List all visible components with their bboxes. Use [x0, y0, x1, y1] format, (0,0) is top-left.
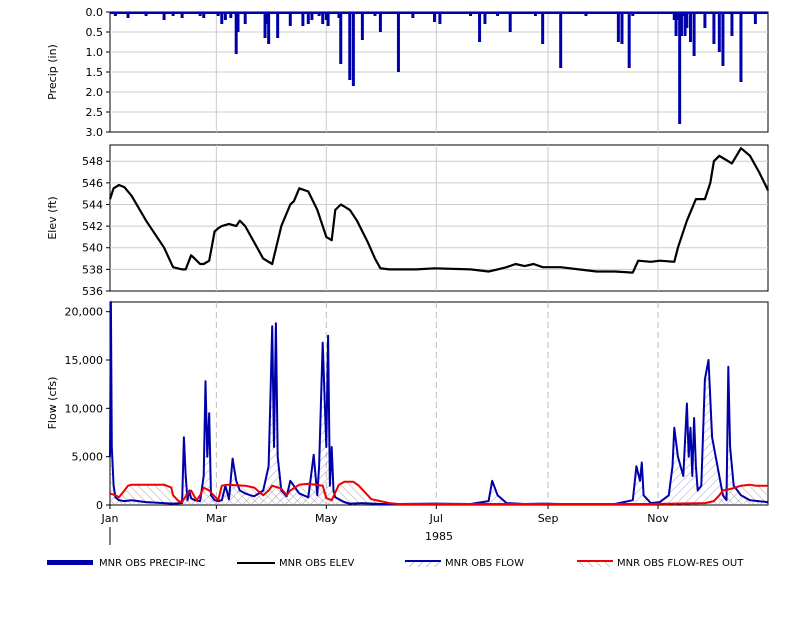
precip-bar — [236, 12, 240, 32]
legend-item-elev: MNR OBS ELEV — [237, 558, 355, 569]
precip-bar — [351, 12, 355, 86]
y-tick-label-precip: 3.0 — [86, 126, 104, 139]
precip-bar — [378, 12, 382, 32]
y-tick-label-elev: 546 — [82, 177, 103, 190]
precip-bar — [703, 12, 707, 28]
legend: MNR OBS PRECIP-INC MNR OBS ELEV MNR OBS … — [47, 558, 744, 569]
precip-bar — [616, 12, 620, 42]
y-tick-label-precip: 2.0 — [86, 86, 104, 99]
legend-item-flow: MNR OBS FLOW — [405, 558, 524, 569]
precip-axis-title: Precip (in) — [46, 44, 59, 100]
legend-item-resout: MNR OBS FLOW-RES OUT — [577, 558, 744, 569]
flow-axis-title: Flow (cfs) — [46, 377, 59, 430]
y-tick-label-elev: 542 — [82, 220, 103, 233]
precip-bar — [685, 12, 689, 28]
precip-bar — [288, 12, 292, 26]
y-tick-label-precip: 1.0 — [86, 46, 104, 59]
y-tick-label-precip: 0.0 — [86, 6, 104, 19]
precip-bar — [508, 12, 512, 32]
precip-bar — [360, 12, 364, 40]
y-tick-label-flow: 15,000 — [65, 354, 104, 367]
precip-bar — [721, 12, 725, 66]
legend-label-resout: MNR OBS FLOW-RES OUT — [617, 558, 744, 569]
y-tick-label-elev: 540 — [82, 242, 103, 255]
precip-bar — [712, 12, 716, 44]
chart-area: 0.0 0.5 1.0 1.5 2.0 2.5 3.0 536 538 540 542 544 546 5… — [46, 6, 769, 569]
precip-bar — [559, 12, 563, 68]
y-tick-label-flow: 0 — [96, 499, 103, 512]
x-tick-label: May — [315, 512, 338, 525]
legend-label-precip: MNR OBS PRECIP-INC — [99, 558, 205, 569]
precip-bar — [348, 12, 352, 80]
x-tick-label: Nov — [647, 512, 669, 525]
precip-bar — [267, 12, 271, 44]
y-tick-label-elev: 544 — [82, 198, 103, 211]
precip-bar — [717, 12, 721, 52]
precip-bar — [688, 12, 692, 42]
legend-label-flow: MNR OBS FLOW — [445, 558, 524, 569]
y-tick-label-elev: 538 — [82, 263, 103, 276]
y-tick-label-flow: 20,000 — [65, 306, 104, 319]
x-tick-label: Sep — [538, 512, 559, 525]
y-tick-label-flow: 10,000 — [65, 402, 104, 415]
precip-bar — [339, 12, 343, 64]
legend-label-elev: MNR OBS ELEV — [279, 558, 355, 569]
y-tick-label-flow: 5,000 — [72, 451, 104, 464]
precip-bar — [627, 12, 631, 68]
y-tick-label-precip: 1.5 — [86, 66, 104, 79]
precip-bar — [326, 12, 330, 26]
x-tick-label: Jul — [429, 512, 443, 525]
y-tick-label-elev: 548 — [82, 155, 103, 168]
precip-bar — [541, 12, 545, 44]
y-tick-label-elev: 536 — [82, 285, 103, 298]
elev-axis-title: Elev (ft) — [46, 196, 59, 239]
precip-bar — [478, 12, 482, 42]
precip-bar — [276, 12, 280, 38]
legend-item-precip: MNR OBS PRECIP-INC — [47, 558, 205, 569]
precip-bar — [692, 12, 696, 56]
y-tick-label-precip: 2.5 — [86, 106, 104, 119]
y-tick-label-precip: 0.5 — [86, 26, 104, 39]
precip-bar — [301, 12, 305, 26]
x-tick-label: Jan — [101, 512, 119, 525]
legend-swatch-precip — [47, 560, 93, 565]
precip-bar — [739, 12, 743, 82]
precip-bar — [730, 12, 734, 36]
precip-bar — [620, 12, 624, 44]
x-tick-label: Mar — [206, 512, 227, 525]
precip-bar — [396, 12, 400, 72]
year-label: 1985 — [425, 530, 453, 543]
